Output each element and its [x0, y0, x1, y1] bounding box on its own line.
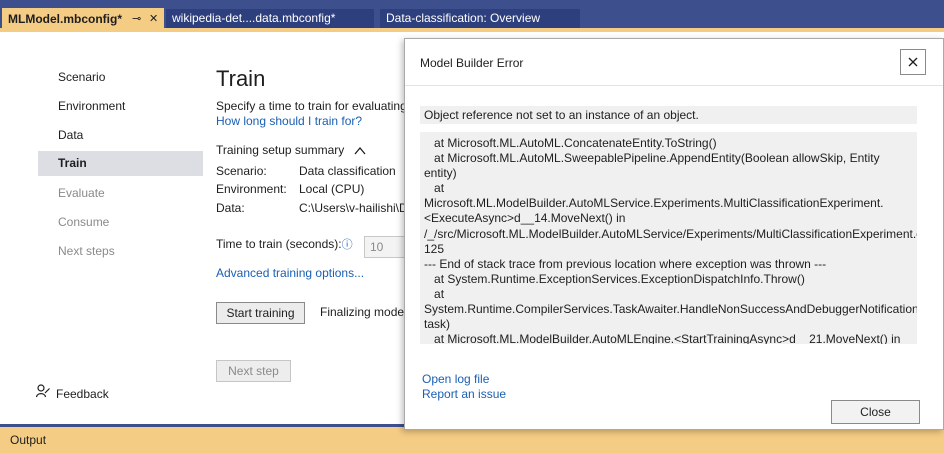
feedback-link[interactable]: Feedback	[35, 384, 109, 403]
output-label: Output	[10, 433, 47, 447]
chevron-up-icon	[354, 145, 366, 155]
page-title: Train	[216, 66, 266, 91]
summary-key: Environment:	[216, 182, 287, 196]
summary-row-scenario: Scenario: Data classification	[216, 164, 396, 178]
summary-key: Data:	[216, 201, 245, 215]
tab-overview[interactable]: Data-classification: Overview	[380, 9, 580, 28]
advanced-options-link[interactable]: Advanced training options...	[216, 266, 364, 280]
error-message: Object reference not set to an instance …	[420, 106, 917, 124]
nav-item-data[interactable]: Data	[38, 123, 203, 148]
close-button[interactable]: Close	[831, 400, 920, 424]
pin-icon[interactable]: ⊸	[132, 8, 141, 30]
time-to-train-label: Time to train (seconds):ⓘ	[216, 236, 353, 252]
tab-wikipedia[interactable]: wikipedia-det....data.mbconfig*	[166, 9, 374, 28]
tab-wikipedia-label: wikipedia-det....data.mbconfig*	[172, 11, 336, 25]
tab-strip-underline	[0, 28, 944, 32]
nav-item-train[interactable]: Train	[38, 151, 203, 176]
dialog-close-button[interactable]	[900, 49, 926, 75]
summary-value: C:\Users\v-hailishi\D	[299, 201, 408, 215]
error-dialog: Model Builder Error Object reference not…	[404, 38, 944, 430]
tab-overview-label: Data-classification: Overview	[386, 11, 541, 25]
output-panel-tab[interactable]: Output	[0, 427, 944, 453]
summary-value: Data classification	[299, 164, 396, 178]
dialog-title: Model Builder Error	[420, 56, 524, 70]
summary-row-environment: Environment: Local (CPU)	[216, 182, 364, 196]
info-icon[interactable]: ⓘ	[342, 239, 353, 251]
dialog-divider	[405, 85, 943, 86]
time-to-train-input[interactable]: 10	[364, 236, 408, 258]
summary-toggle[interactable]: Training setup summary	[216, 143, 366, 157]
summary-key: Scenario:	[216, 164, 267, 178]
tab-mlmodel[interactable]: MLModel.mbconfig* ⊸ ✕	[2, 8, 164, 30]
document-tab-strip: MLModel.mbconfig* ⊸ ✕ wikipedia-det....d…	[0, 0, 944, 32]
summary-value: Local (CPU)	[299, 182, 365, 196]
summary-row-data: Data: C:\Users\v-hailishi\D	[216, 201, 408, 215]
report-issue-link[interactable]: Report an issue	[422, 387, 506, 401]
stack-trace: at Microsoft.ML.AutoML.ConcatenateEntity…	[420, 132, 917, 344]
time-label-text: Time to train (seconds):	[216, 237, 342, 251]
feedback-label: Feedback	[56, 387, 109, 401]
nav-item-scenario[interactable]: Scenario	[38, 65, 203, 90]
nav-item-environment[interactable]: Environment	[38, 94, 203, 119]
nav-item-next-steps: Next steps	[58, 244, 115, 258]
training-status: Finalizing mode	[320, 305, 405, 319]
nav-item-evaluate: Evaluate	[58, 186, 105, 200]
start-training-button[interactable]: Start training	[216, 302, 305, 324]
feedback-icon	[35, 384, 52, 403]
next-step-button: Next step	[216, 360, 291, 382]
close-icon	[908, 57, 918, 67]
tab-mlmodel-label: MLModel.mbconfig*	[8, 12, 122, 26]
nav-item-consume: Consume	[58, 215, 110, 229]
page-subtitle: Specify a time to train for evaluating	[216, 99, 407, 113]
close-icon[interactable]: ✕	[149, 8, 158, 30]
open-log-link[interactable]: Open log file	[422, 372, 489, 386]
summary-title: Training setup summary	[216, 143, 345, 157]
help-link[interactable]: How long should I train for?	[216, 114, 362, 128]
